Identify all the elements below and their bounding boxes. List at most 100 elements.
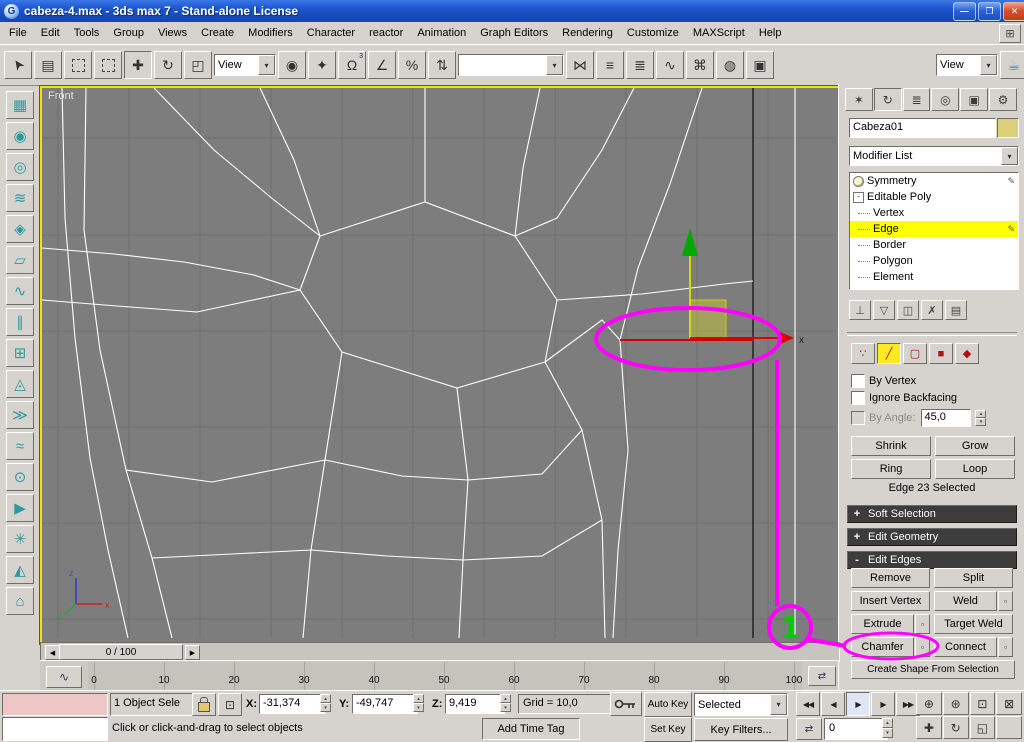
menu-item-views[interactable]: Views — [151, 24, 194, 42]
quick-render-button[interactable]: ☕ — [1000, 51, 1024, 79]
remove-modifier-button[interactable]: ✗ — [921, 300, 943, 320]
spinner-down-icon[interactable]: ▾ — [975, 418, 987, 426]
menu-item-edit[interactable]: Edit — [34, 24, 67, 42]
subobject-edge-button[interactable]: ╱ — [877, 343, 901, 364]
previous-frame-arrow[interactable]: ◀ — [45, 645, 60, 660]
reactor-plane-button[interactable]: ▱ — [6, 246, 34, 274]
extrude-settings-button[interactable]: ▫ — [915, 614, 930, 634]
min-max-toggle-button[interactable]: ◱ — [969, 716, 996, 739]
spinner-down-icon[interactable]: ▾ — [320, 703, 331, 712]
ring-button[interactable]: Ring — [851, 459, 931, 479]
spinner-up-icon[interactable]: ▴ — [500, 694, 511, 703]
reactor-motor-button[interactable]: ◬ — [6, 370, 34, 398]
add-time-tag[interactable]: Add Time Tag — [482, 718, 580, 740]
reactor-spring-button[interactable]: ∿ — [6, 277, 34, 305]
select-by-name-button[interactable]: ▤ — [34, 51, 62, 79]
z-spinner[interactable]: ▴ ▾ — [500, 694, 511, 712]
time-slider-thumb[interactable]: 0 / 100 — [59, 644, 183, 660]
material-editor-button[interactable]: ◍ — [716, 51, 744, 79]
front-viewport[interactable]: x z x y Front — [40, 86, 842, 644]
target-weld-button[interactable]: Target Weld — [934, 614, 1013, 634]
select-object-button[interactable]: ➤ — [4, 51, 32, 79]
configure-modifier-sets-button[interactable]: ▤ — [945, 300, 967, 320]
minimize-button[interactable]: — — [953, 1, 976, 21]
key-step-toggle-button[interactable]: ⇄ — [796, 718, 822, 740]
key-mode-dropdown[interactable]: Selected ▾ — [694, 693, 788, 716]
maxscript-listener-white[interactable] — [2, 717, 108, 741]
split-button[interactable]: Split — [934, 568, 1013, 588]
reactor-deforming-mesh-collection-button[interactable]: ◈ — [6, 215, 34, 243]
close-button[interactable]: ✕ — [1003, 1, 1024, 21]
snap-toggle-3d-button[interactable]: Ω3 — [338, 51, 366, 79]
combo-reference-coordinate-system[interactable]: View ▾ — [214, 54, 276, 76]
percent-snap-toggle-button[interactable]: % — [398, 51, 426, 79]
go-to-start-button[interactable]: ◀◀ — [796, 692, 820, 716]
zoom-button[interactable]: ⊕ — [916, 692, 942, 715]
time-spinner[interactable]: ▴ ▾ — [882, 718, 893, 738]
stack-row-symmetry[interactable]: Symmetry ✎ — [850, 173, 1018, 189]
subobject-border-button[interactable]: ▢ — [903, 343, 927, 364]
stack-row-element[interactable]: Element — [850, 269, 1018, 285]
x-coordinate-field[interactable]: -31,374 — [259, 694, 325, 714]
insert-vertex-button[interactable]: Insert Vertex — [851, 591, 930, 611]
chevron-down-icon[interactable]: ▾ — [770, 694, 787, 715]
track-ruler[interactable]: 0 10 20 30 40 50 60 70 80 90 100 — [88, 662, 802, 690]
angle-value-field[interactable]: 45,0 — [921, 409, 972, 427]
tab-hierarchy[interactable]: ≣ — [902, 88, 931, 111]
tab-create[interactable]: ✶ — [845, 88, 873, 111]
reactor-preview-animation-button[interactable]: ▶ — [6, 494, 34, 522]
remove-button[interactable]: Remove — [851, 568, 930, 588]
reactor-create-animation-button[interactable]: ◭ — [6, 556, 34, 584]
modifier-enabled-bulb-icon[interactable] — [853, 175, 864, 187]
y-coordinate-field[interactable]: -49,747 — [352, 694, 418, 714]
subobject-vertex-button[interactable]: ∵ — [851, 343, 875, 364]
tab-display[interactable]: ▣ — [960, 88, 989, 111]
x-spinner[interactable]: ▴ ▾ — [320, 694, 331, 712]
rollout-edit-geometry[interactable]: + Edit Geometry — [847, 528, 1017, 546]
extrude-button[interactable]: Extrude — [851, 614, 914, 634]
show-end-result-button[interactable]: ▽ — [873, 300, 895, 320]
track-bar-options-button[interactable]: ⇄ — [808, 666, 836, 686]
reactor-soft-body-collection-button[interactable]: ◎ — [6, 153, 34, 181]
layer-manager-button[interactable]: ≣ — [626, 51, 654, 79]
auto-key-button[interactable]: Auto Key — [644, 692, 692, 717]
tab-utilities[interactable]: ⚙ — [989, 88, 1017, 111]
set-key-mode-button[interactable] — [610, 692, 642, 716]
menu-item-create[interactable]: Create — [194, 24, 241, 42]
tab-motion[interactable]: ◎ — [931, 88, 960, 111]
modifier-list-dropdown[interactable]: Modifier List ▾ — [849, 146, 1019, 166]
weld-settings-button[interactable]: ▫ — [998, 591, 1013, 611]
set-key-button[interactable]: Set Key — [644, 717, 692, 742]
pan-button[interactable]: ✚ — [916, 716, 942, 739]
menu-item-help[interactable]: Help — [752, 24, 789, 42]
menu-item-character[interactable]: Character — [300, 24, 362, 42]
reactor-fracture-button[interactable]: ⊞ — [6, 339, 34, 367]
align-button[interactable]: ≡ — [596, 51, 624, 79]
select-and-rotate-button[interactable]: ↻ — [154, 51, 182, 79]
select-and-manipulate-button[interactable]: ✦ — [308, 51, 336, 79]
connect-settings-button[interactable]: ▫ — [998, 637, 1013, 657]
stack-row-editable-poly[interactable]: - Editable Poly — [850, 189, 1018, 205]
loop-button[interactable]: Loop — [935, 459, 1015, 479]
menu-item-graph-editors[interactable]: Graph Editors — [473, 24, 555, 42]
chevron-down-icon[interactable]: ▾ — [1001, 147, 1018, 165]
menu-grip-icon[interactable]: ⊞ — [999, 23, 1021, 43]
selection-region-button[interactable] — [64, 51, 92, 79]
spinner-down-icon[interactable]: ▾ — [413, 703, 424, 712]
object-name-field[interactable]: Cabeza01 — [849, 118, 996, 138]
chamfer-settings-button[interactable]: ▫ — [915, 637, 930, 657]
zoom-all-button[interactable]: ⊛ — [942, 692, 969, 715]
next-frame-button[interactable]: ▶ — [871, 692, 895, 716]
absolute-mode-toggle[interactable]: ⊡ — [218, 693, 242, 716]
weld-button[interactable]: Weld — [934, 591, 997, 611]
reactor-toy-car-button[interactable]: ⊙ — [6, 463, 34, 491]
spinner-up-icon[interactable]: ▴ — [975, 410, 987, 418]
restore-button[interactable]: ❐ — [978, 1, 1001, 21]
by-angle-checkbox[interactable] — [851, 411, 865, 425]
make-unique-button[interactable]: ◫ — [897, 300, 919, 320]
subobject-element-button[interactable]: ◆ — [955, 343, 979, 364]
rollout-soft-selection[interactable]: + Soft Selection — [847, 505, 1017, 523]
reactor-utilities-button[interactable]: ⌂ — [6, 587, 34, 615]
maxscript-listener-pink[interactable] — [2, 693, 108, 716]
angle-snap-toggle-button[interactable]: ∠ — [368, 51, 396, 79]
